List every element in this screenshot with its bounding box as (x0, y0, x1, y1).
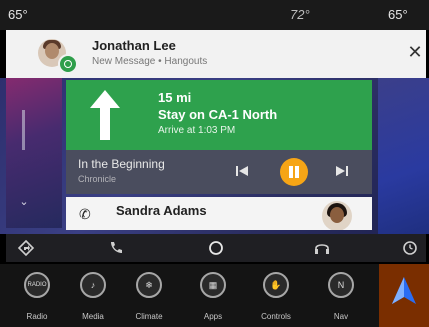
outside-temperature: 72° (290, 7, 310, 22)
controls-label: Controls (261, 312, 291, 321)
android-auto-bar (6, 234, 426, 262)
side-panel-handle[interactable] (22, 110, 25, 150)
status-bar: 65° 72° 65° (0, 0, 429, 30)
headphones-icon[interactable] (312, 238, 332, 258)
apps-label: Apps (203, 312, 223, 321)
nav-button[interactable]: N Nav (316, 268, 370, 326)
phone-icon[interactable] (106, 238, 126, 258)
passenger-temperature[interactable]: 65° (388, 7, 408, 22)
climate-icon: ❄ (136, 272, 162, 298)
avatar-face (330, 207, 344, 223)
radio-label: Radio (26, 312, 48, 321)
avatar (322, 201, 352, 230)
climate-button[interactable]: ❄ Climate (124, 268, 178, 326)
phone-icon: ✆ (79, 206, 91, 222)
radio-button[interactable]: RADIO Radio (12, 268, 66, 326)
track-artist: Chronicle (78, 174, 117, 184)
media-card[interactable]: In the Beginning Chronicle (66, 150, 372, 194)
navigation-icon[interactable] (16, 238, 36, 258)
controls-icon: ✋ (263, 272, 289, 298)
uconnect-bar: RADIO Radio ♪ Media ❄ Climate ▦ Apps ✋ C… (0, 264, 429, 327)
message-notification[interactable]: Jonathan Lee New Message • Hangouts ✕ (6, 30, 426, 78)
climate-label: Climate (135, 312, 163, 321)
nav-icon: N (328, 272, 354, 298)
controls-button[interactable]: ✋ Controls (251, 268, 305, 326)
nav-label: Nav (333, 312, 349, 321)
home-icon[interactable] (206, 238, 226, 258)
navigation-arrival: Arrive at 1:03 PM (158, 125, 236, 136)
clock-icon[interactable] (400, 238, 420, 258)
close-icon[interactable]: ✕ (403, 40, 427, 64)
chevron-down-icon[interactable]: ⌄ (14, 192, 34, 212)
navigation-distance: 15 mi (158, 90, 192, 105)
track-title: In the Beginning (78, 157, 165, 171)
map-right-panel (378, 78, 429, 234)
skip-previous-icon[interactable] (234, 163, 250, 179)
radio-icon: RADIO (24, 272, 50, 298)
hangouts-icon (58, 54, 78, 74)
straight-arrow-icon (90, 90, 120, 140)
android-auto-icon (392, 277, 416, 304)
notification-sender: Jonathan Lee (92, 38, 176, 53)
contact-card[interactable]: ✆ Sandra Adams (66, 197, 372, 230)
navigation-card[interactable]: 15 mi Stay on CA-1 North Arrive at 1:03 … (66, 80, 372, 150)
navigation-instruction: Stay on CA-1 North (158, 107, 278, 122)
driver-temperature[interactable]: 65° (8, 7, 28, 22)
apps-icon: ▦ (200, 272, 226, 298)
head-unit-screen: 65° 72° 65° ⌄ Jonathan Lee New Message •… (0, 0, 429, 327)
android-auto-button[interactable] (379, 264, 429, 327)
contact-name: Sandra Adams (116, 203, 207, 218)
apps-button[interactable]: ▦ Apps (188, 268, 242, 326)
notification-subtitle: New Message • Hangouts (92, 56, 208, 67)
skip-next-icon[interactable] (334, 163, 350, 179)
media-icon: ♪ (80, 272, 106, 298)
pause-button[interactable] (280, 158, 308, 186)
media-label: Media (82, 312, 104, 321)
avatar-face (45, 43, 59, 59)
media-button[interactable]: ♪ Media (68, 268, 122, 326)
